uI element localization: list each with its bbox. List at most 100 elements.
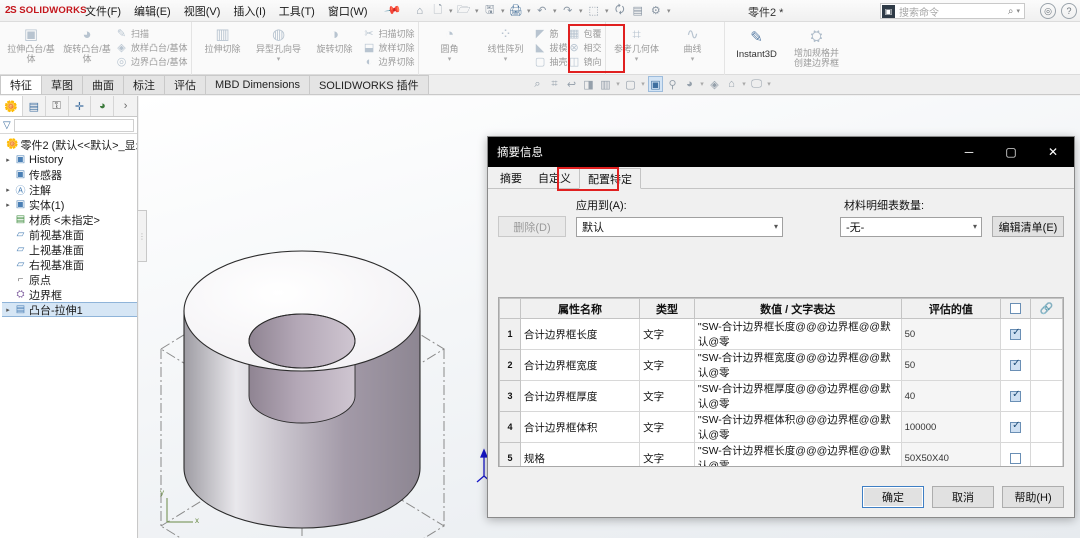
redo-icon[interactable]: ↷: [559, 2, 576, 19]
dialog-tab-summary[interactable]: 摘要: [492, 167, 530, 188]
dimxpert-manager-tab[interactable]: ✛: [69, 96, 92, 116]
view-orientation-icon[interactable]: ▥: [598, 76, 613, 92]
tab-solidworks-addins[interactable]: SOLIDWORKS 插件: [309, 75, 429, 94]
properties-table-container[interactable]: 属性名称 类型 数值 / 文字表达 评估的值 🔗 1 合计边界框长度 文字 "S…: [498, 297, 1064, 467]
help-button[interactable]: 帮助(H): [1002, 486, 1064, 508]
select-all-checkbox[interactable]: [1010, 303, 1021, 314]
cell-link[interactable]: [1031, 443, 1063, 468]
apply-to-select[interactable]: 默认 ▾: [576, 217, 783, 237]
cell-link[interactable]: [1031, 381, 1063, 412]
tree-item-solid-bodies[interactable]: ▸ ▣ 实体(1): [2, 197, 137, 212]
zoom-to-fit-icon[interactable]: ⌕: [530, 76, 545, 92]
tree-item-extrude1[interactable]: ▸ ▤ 凸台-拉伸1: [2, 302, 137, 317]
display-style-icon[interactable]: ▢: [623, 76, 638, 92]
undo-chevron-icon[interactable]: ▾: [551, 7, 558, 15]
question-icon[interactable]: ?: [1061, 3, 1077, 19]
menu-insert[interactable]: 插入(I): [232, 1, 266, 21]
cell-expression[interactable]: "SW-合计边界框宽度@@@边界框@@默认@零: [694, 350, 901, 381]
display-style-chevron-icon[interactable]: ▾: [640, 80, 646, 88]
panel-splitter-handle[interactable]: ⋮: [138, 210, 147, 262]
table-row[interactable]: 4 合计边界框体积 文字 "SW-合计边界框体积@@@边界框@@默认@零 100…: [500, 412, 1063, 443]
ribbon-boundary-button[interactable]: ◎ 边界凸台/基体: [115, 55, 188, 68]
add-bounding-box-button[interactable]: ⛭ 增加规格并 创建边界框: [786, 24, 848, 68]
configuration-manager-tab[interactable]: ⚿: [46, 96, 69, 116]
account-icon[interactable]: ◎: [1040, 3, 1056, 19]
row-checkbox[interactable]: [1010, 329, 1021, 340]
tree-item-sensors[interactable]: ▣ 传感器: [2, 167, 137, 182]
cell-property-name[interactable]: 合计边界框长度: [520, 319, 639, 350]
maximize-icon[interactable]: ▢: [990, 137, 1032, 167]
save-chevron-icon[interactable]: ▾: [499, 7, 506, 15]
chevron-down-icon[interactable]: ▾: [774, 222, 778, 231]
th-checkbox-column[interactable]: [1001, 299, 1031, 319]
cell-link[interactable]: [1031, 350, 1063, 381]
ribbon-extrude-boss-button[interactable]: ▣ 拉伸凸台/基体: [3, 24, 59, 64]
tree-item-annotations[interactable]: ▸ Ⓐ 注解: [2, 182, 137, 197]
undo-icon[interactable]: ↶: [533, 2, 550, 19]
select-icon[interactable]: ⬚: [585, 2, 602, 19]
th-link-column[interactable]: 🔗: [1031, 299, 1063, 319]
tab-surfaces[interactable]: 曲面: [82, 75, 124, 94]
tree-item-bounding-box[interactable]: ⛭ 边界框: [2, 287, 137, 302]
row-checkbox[interactable]: [1010, 453, 1021, 464]
ribbon-intersect-button[interactable]: ⊗ 相交: [568, 41, 602, 54]
ribbon-rib-button[interactable]: ◤ 筋: [534, 27, 568, 40]
reference-geometry-chevron-icon[interactable]: ▾: [635, 55, 639, 63]
previous-view-icon[interactable]: ↩: [564, 76, 579, 92]
search-input[interactable]: ▣ 搜索命令 ⌕ ▾: [880, 3, 1025, 19]
row-checkbox[interactable]: [1010, 422, 1021, 433]
feature-manager-tab[interactable]: 🌼: [0, 96, 23, 116]
ribbon-revolve-cut-button[interactable]: ◑ 旋转切除: [307, 24, 363, 54]
tree-filter-input[interactable]: [14, 119, 134, 132]
cell-checkbox[interactable]: [1001, 412, 1031, 443]
ribbon-reference-geometry-button[interactable]: ⌗ 参考几何体 ▾: [609, 24, 665, 63]
select-chevron-icon[interactable]: ▾: [603, 7, 610, 15]
ribbon-loft-cut-button[interactable]: ⬓ 放样切除: [363, 41, 415, 54]
new-doc-icon[interactable]: 🗋: [429, 2, 446, 19]
edit-appearance-icon[interactable]: ◕: [682, 76, 697, 92]
dialog-title-bar[interactable]: 摘要信息 ─ ▢ ✕: [488, 137, 1074, 167]
print-chevron-icon[interactable]: ▾: [525, 7, 532, 15]
display-pane-icon[interactable]: 🖵: [749, 76, 764, 92]
new-doc-chevron-icon[interactable]: ▾: [447, 7, 454, 15]
tab-markup[interactable]: 标注: [123, 75, 165, 94]
cell-expression[interactable]: "SW-合计边界框长度@@@边界框@@默认@零: [694, 443, 901, 468]
fillet-chevron-icon[interactable]: ▾: [448, 55, 452, 63]
tree-item-front-plane[interactable]: ▱ 前视基准面: [2, 227, 137, 242]
shaded-with-edges-icon[interactable]: ▣: [648, 76, 663, 92]
open-chevron-icon[interactable]: ▾: [473, 7, 480, 15]
curves-chevron-icon[interactable]: ▾: [691, 55, 695, 63]
search-icon[interactable]: ⌕: [1008, 6, 1014, 17]
open-icon[interactable]: 🗁: [455, 2, 472, 19]
ribbon-extrude-cut-button[interactable]: ▥ 拉伸切除: [195, 24, 251, 54]
cell-expression[interactable]: "SW-合计边界框体积@@@边界框@@默认@零: [694, 412, 901, 443]
tree-item-material[interactable]: ▤ 材质 <未指定>: [2, 212, 137, 227]
instant3d-button[interactable]: ✎ Instant3D: [728, 24, 786, 60]
hole-wizard-chevron-icon[interactable]: ▾: [277, 55, 281, 63]
redo-chevron-icon[interactable]: ▾: [577, 7, 584, 15]
cell-checkbox[interactable]: [1001, 381, 1031, 412]
ribbon-fillet-button[interactable]: ◔ 圆角 ▾: [422, 24, 478, 63]
settings-chevron-icon[interactable]: ▾: [665, 7, 672, 15]
cell-type[interactable]: 文字: [640, 350, 695, 381]
dialog-tab-custom[interactable]: 自定义: [530, 167, 579, 188]
display-manager-tab[interactable]: ◕: [91, 96, 114, 116]
tree-item-history[interactable]: ▸ ▣ History: [2, 152, 137, 167]
row-checkbox[interactable]: [1010, 360, 1021, 371]
options-icon[interactable]: ▤: [629, 2, 646, 19]
th-evaluated-value[interactable]: 评估的值: [901, 299, 1001, 319]
cell-checkbox[interactable]: [1001, 350, 1031, 381]
ok-button[interactable]: 确定: [862, 486, 924, 508]
tree-item-part[interactable]: 🌼 零件2 (默认<<默认>_显示状: [2, 137, 137, 152]
save-icon[interactable]: 🖫: [481, 2, 498, 19]
cell-property-name[interactable]: 合计边界框体积: [520, 412, 639, 443]
home-icon[interactable]: ⌂: [411, 2, 428, 19]
rebuild-icon[interactable]: 🗘: [611, 2, 628, 19]
cell-property-name[interactable]: 合计边界框厚度: [520, 381, 639, 412]
th-value-expression[interactable]: 数值 / 文字表达: [694, 299, 901, 319]
ribbon-hole-wizard-button[interactable]: ◍ 异型孔向导 ▾: [251, 24, 307, 63]
menu-edit[interactable]: 编辑(E): [133, 1, 172, 21]
cell-property-name[interactable]: 规格: [520, 443, 639, 468]
ribbon-loft-button[interactable]: ◈ 放样凸台/基体: [115, 41, 188, 54]
bom-quantity-select[interactable]: -无- ▾: [840, 217, 982, 237]
